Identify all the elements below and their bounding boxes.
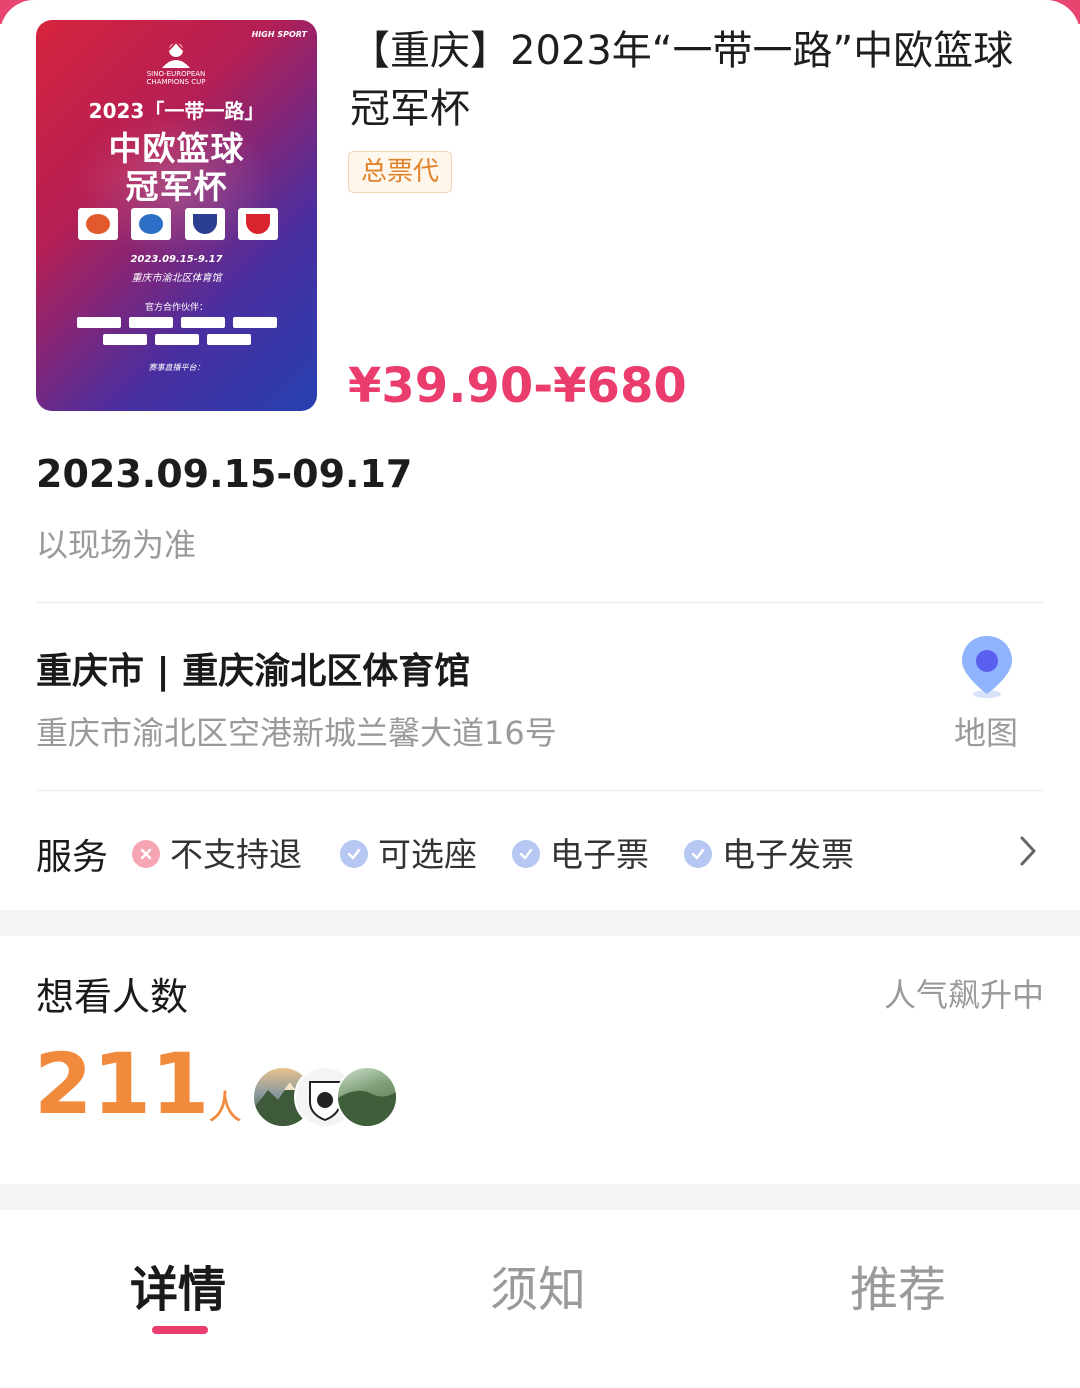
service-label: 不支持退 <box>170 835 302 874</box>
poster-logo-text: SINO-EUROPEAN CHAMPIONS CUP <box>146 70 206 86</box>
poster-title-line3: 冠军杯 <box>125 167 228 206</box>
poster-brand: HIGH SPORT <box>251 30 307 39</box>
cross-icon <box>132 839 160 868</box>
avatar <box>336 1066 398 1128</box>
price-max: ¥680 <box>553 358 687 414</box>
sponsor-logo <box>207 334 251 345</box>
services-title: 服务 <box>36 837 109 878</box>
sponsor-logo <box>77 317 121 328</box>
chevron-right-icon[interactable] <box>1018 834 1038 868</box>
want-to-see-unit: 人 <box>208 1088 242 1128</box>
want-to-see-title: 想看人数 <box>36 975 189 1019</box>
sponsor-logo <box>181 317 225 328</box>
service-label: 电子票 <box>550 835 649 874</box>
sponsor-logo <box>129 317 173 328</box>
event-poster[interactable]: SINO-EUROPEAN CHAMPIONS CUP HIGH SPORT 2… <box>36 20 317 411</box>
tab-details[interactable]: 详情 <box>130 1250 226 1320</box>
team-logo <box>78 208 118 240</box>
service-label: 可选座 <box>378 835 477 874</box>
service-einvoice: 电子发票 <box>684 828 854 876</box>
event-title: 【重庆】2023年“一带一路”中欧篮球冠军杯 <box>350 28 1014 132</box>
venue-name[interactable]: 重庆市 | 重庆渝北区体育馆 <box>36 642 470 694</box>
agent-tag: 总票代 <box>348 151 453 193</box>
poster-sponsor-logos <box>66 317 288 345</box>
service-no-refund: 不支持退 <box>132 828 302 876</box>
check-icon <box>512 839 540 868</box>
poster-team-logos <box>78 208 278 242</box>
section-gap <box>0 1184 1080 1210</box>
event-card: SINO-EUROPEAN CHAMPIONS CUP HIGH SPORT 2… <box>0 0 1080 910</box>
check-icon <box>684 839 712 868</box>
price-separator: - <box>533 358 554 414</box>
service-eticket: 电子票 <box>512 828 649 876</box>
divider <box>36 602 1044 603</box>
sponsor-logo <box>155 334 199 345</box>
team-logo <box>184 208 225 240</box>
sponsor-logo <box>103 334 147 345</box>
poster-title-line1: 2023「一带一路」 <box>88 99 265 123</box>
poster-live-platform: 赛事直播平台： <box>148 363 205 372</box>
want-to-see-count: 211 <box>34 1035 210 1133</box>
event-date: 2023.09.15-09.17 <box>36 452 413 496</box>
map-button[interactable]: 地图 <box>944 630 1034 752</box>
tournament-logo-icon <box>162 40 190 68</box>
poster-venue: 重庆市渝北区体育馆 <box>131 273 222 284</box>
forest-photo-icon <box>338 1090 396 1126</box>
price-min: ¥39.90 <box>348 358 534 414</box>
service-label: 电子发票 <box>722 835 854 874</box>
team-logo <box>237 208 278 240</box>
event-date-note: 以现场为准 <box>36 526 197 564</box>
poster-date: 2023.09.15-9.17 <box>130 254 223 265</box>
tab-notice[interactable]: 须知 <box>490 1250 586 1320</box>
team-logo <box>131 208 172 240</box>
location-pin-icon <box>962 636 1012 698</box>
popularity-note: 人气飙升中 <box>883 976 1044 1014</box>
check-icon <box>340 839 368 868</box>
venue-address[interactable]: 重庆市渝北区空港新城兰馨大道16号 <box>36 708 557 754</box>
section-gap <box>0 910 1080 936</box>
price-range: ¥39.90-¥680 <box>348 358 687 414</box>
poster-partners-title: 官方合作伙伴： <box>144 303 208 313</box>
map-label: 地图 <box>954 714 1019 752</box>
services-row[interactable]: 服务 不支持退 可选座 电子票 电子发票 <box>36 824 1044 880</box>
sponsor-logo <box>233 317 277 328</box>
service-seat-selection: 可选座 <box>340 828 477 876</box>
tab-recommend[interactable]: 推荐 <box>850 1250 946 1320</box>
detail-tabs: 详情 须知 推荐 <box>0 1230 1080 1350</box>
active-tab-indicator <box>152 1326 208 1334</box>
divider <box>36 790 1044 791</box>
